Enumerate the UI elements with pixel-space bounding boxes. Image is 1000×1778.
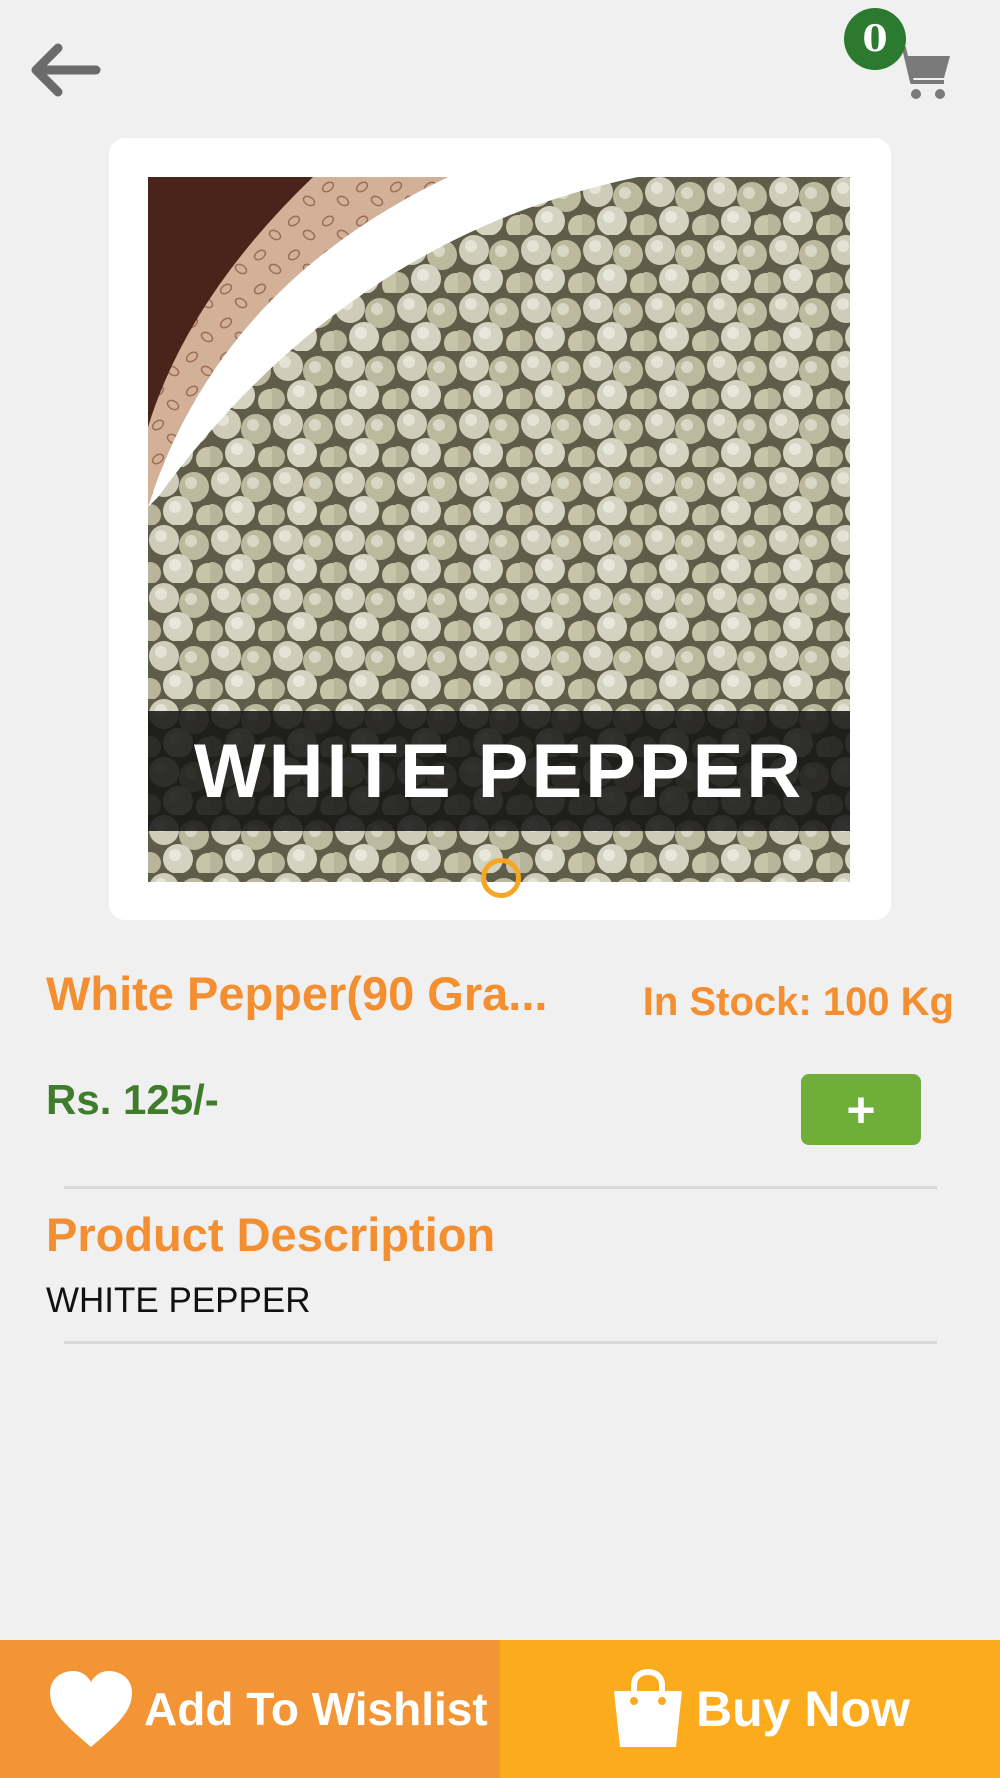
product-image[interactable]: WHITE PEPPER xyxy=(148,177,850,882)
product-image-card: WHITE PEPPER xyxy=(109,138,891,920)
cart-button[interactable]: 0 xyxy=(840,6,950,106)
carousel-indicator-dot[interactable] xyxy=(481,858,521,898)
buy-now-label: Buy Now xyxy=(696,1681,910,1737)
description-text: WHITE PEPPER xyxy=(46,1281,311,1320)
stock-status: In Stock: 100 Kg xyxy=(642,980,954,1024)
back-button[interactable] xyxy=(26,40,102,100)
back-arrow-icon xyxy=(31,43,101,97)
cart-count-badge: 0 xyxy=(844,8,906,70)
buy-now-button[interactable]: Buy Now xyxy=(500,1640,1000,1778)
product-title: White Pepper(90 Gra... xyxy=(46,967,548,1020)
add-to-cart-button[interactable]: + xyxy=(801,1074,921,1145)
image-banner: WHITE PEPPER xyxy=(148,711,850,831)
divider xyxy=(64,1341,937,1344)
product-price: Rs. 125/- xyxy=(46,1076,219,1123)
bottom-action-bar: Add To Wishlist Buy Now xyxy=(0,1640,1000,1778)
wishlist-label: Add To Wishlist xyxy=(144,1683,488,1735)
image-banner-text: WHITE PEPPER xyxy=(193,728,805,814)
add-to-wishlist-button[interactable]: Add To Wishlist xyxy=(0,1640,500,1778)
description-heading: Product Description xyxy=(46,1208,496,1261)
shopping-bag-icon xyxy=(614,1669,682,1747)
heart-icon xyxy=(50,1671,132,1747)
divider xyxy=(64,1186,937,1189)
